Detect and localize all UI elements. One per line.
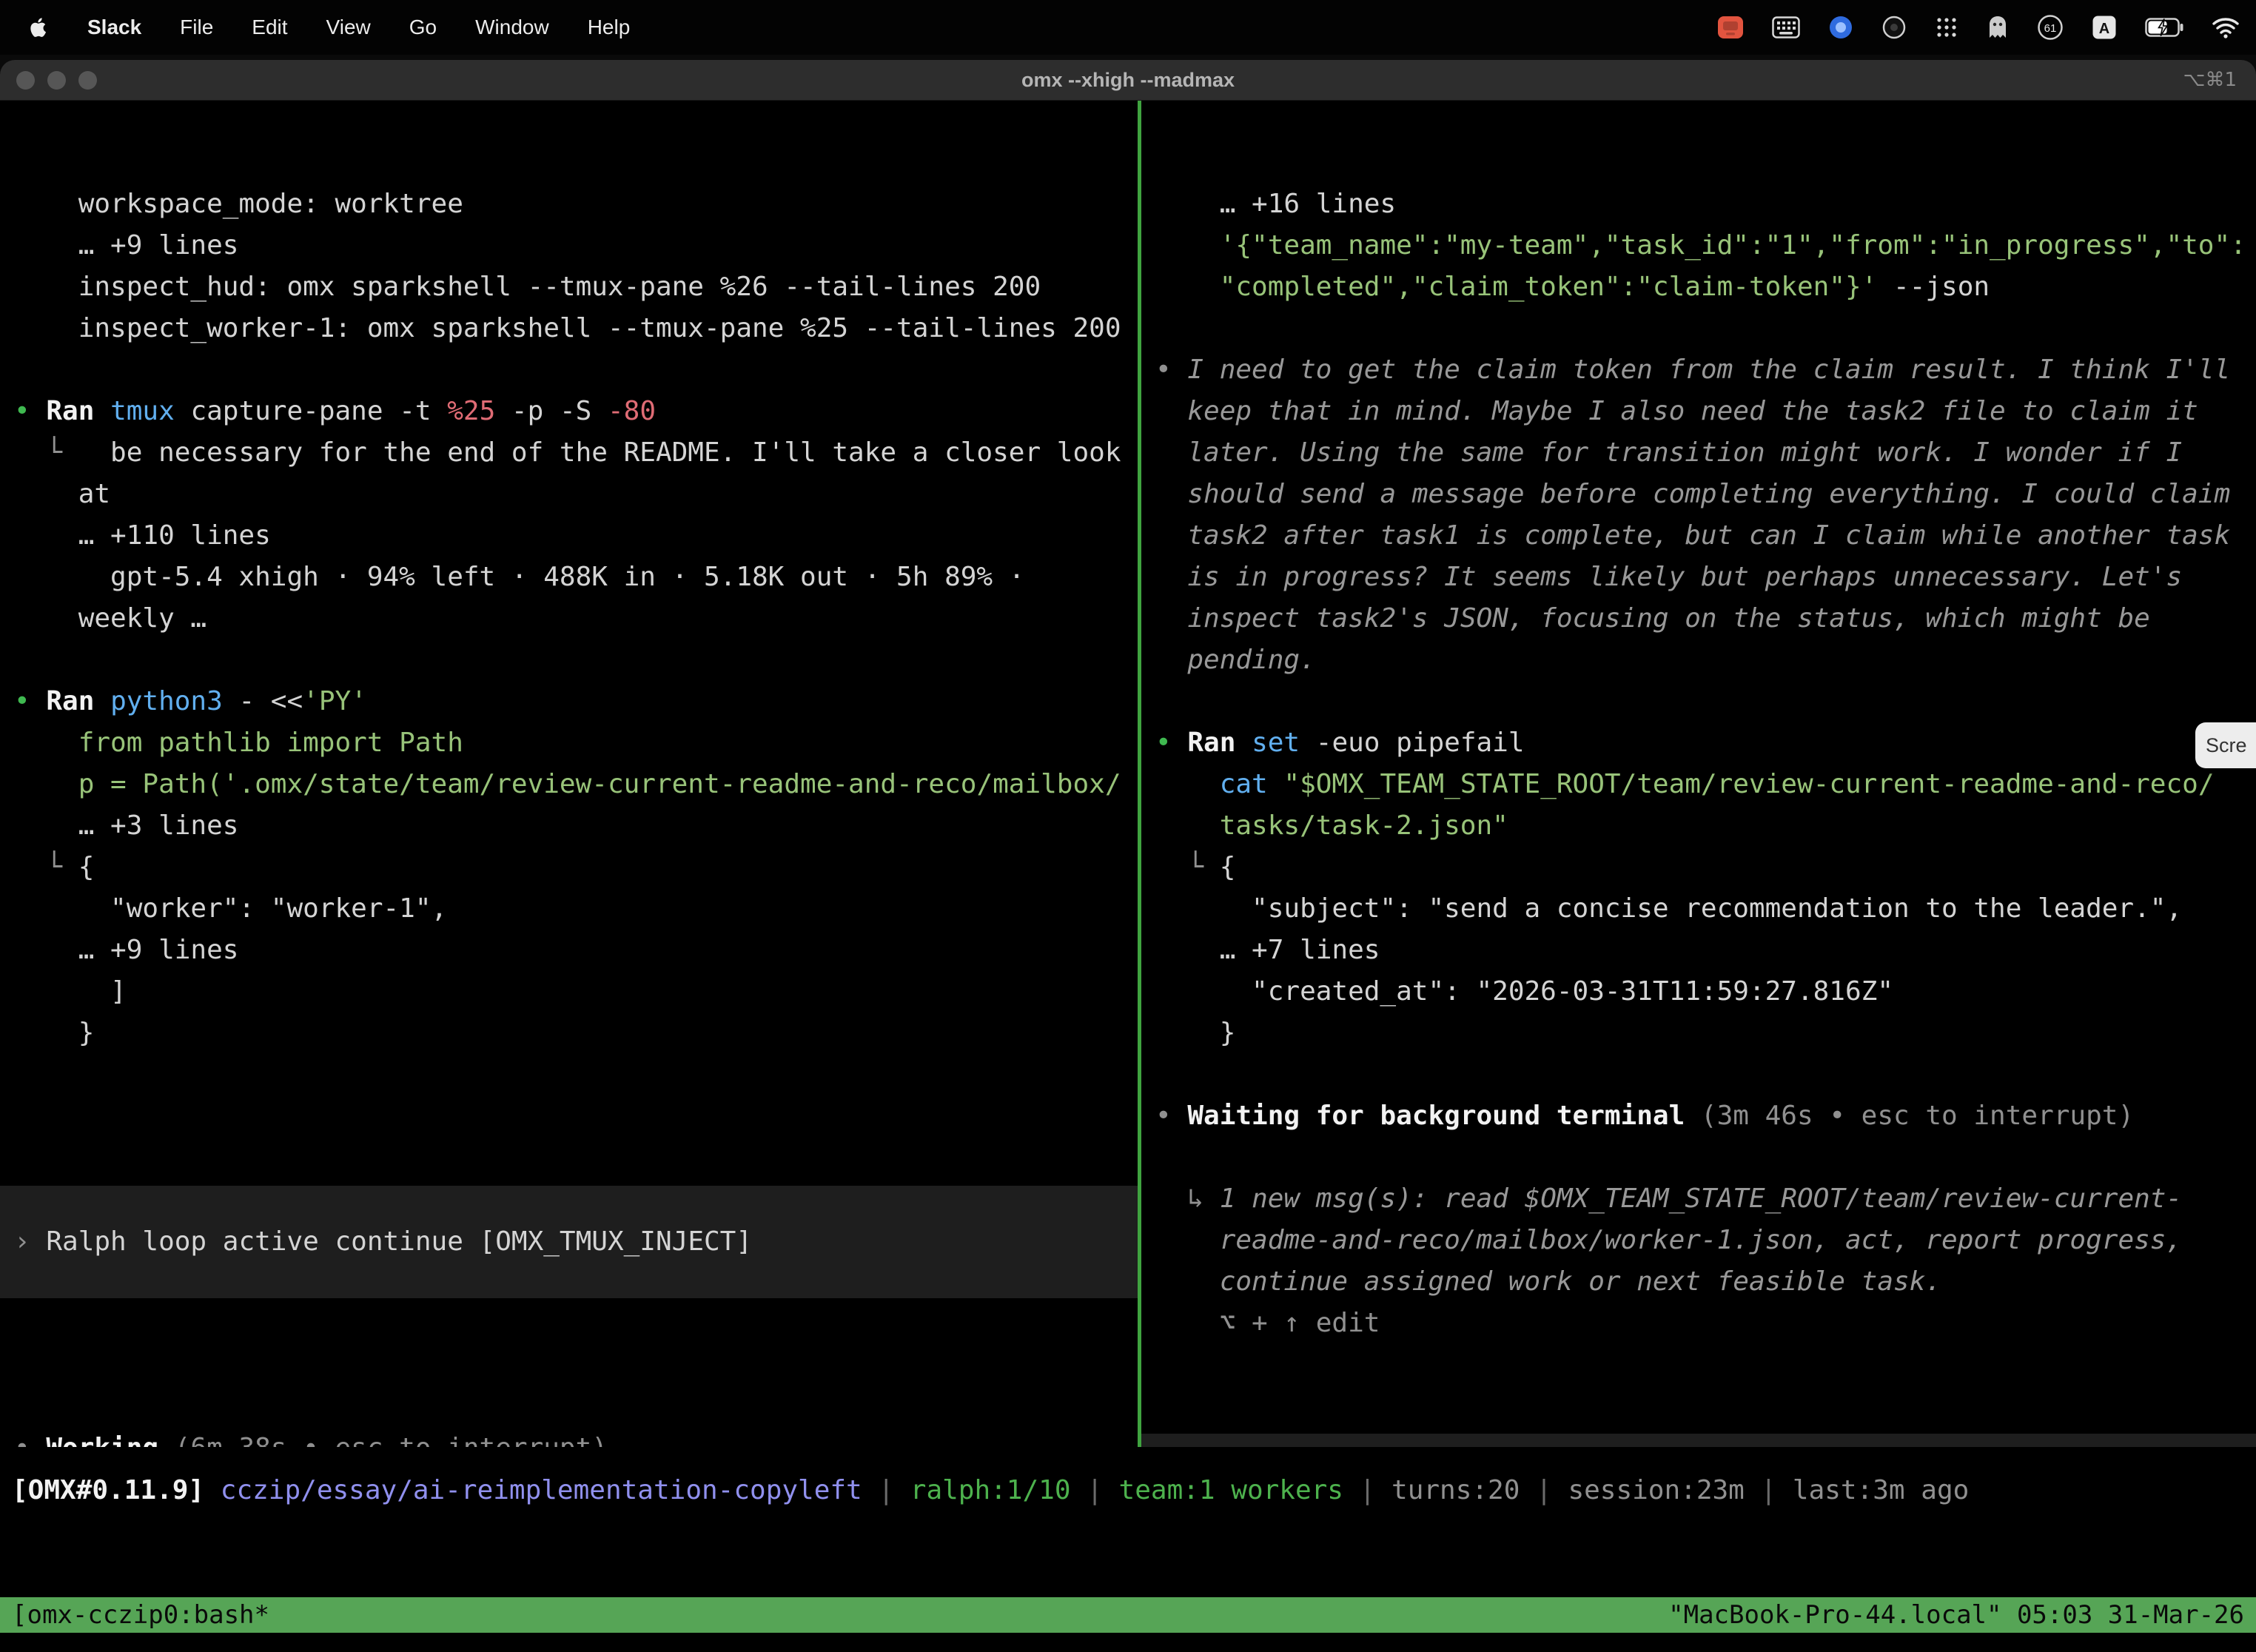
terminal-line: } xyxy=(1155,1013,2256,1054)
terminal-line: inspect_worker-1: omx sparkshell --tmux-… xyxy=(14,308,1138,349)
menu-item-help[interactable]: Help xyxy=(588,16,631,39)
terminal-line: from pathlib import Path xyxy=(14,722,1138,764)
blue-app-icon[interactable] xyxy=(1828,15,1853,40)
apple-icon xyxy=(30,16,49,39)
window-title: omx --xhigh --madmax xyxy=(1021,69,1235,92)
terminal-line: └ be necessary for the end of the README… xyxy=(14,432,1138,474)
traffic-lights xyxy=(16,60,97,100)
prompt-input-right[interactable]: › Explain this codebase xyxy=(1141,1434,2256,1447)
terminal-line: ↳ 1 new msg(s): read $OMX_TEAM_STATE_ROO… xyxy=(1155,1178,2256,1220)
terminal-line: "created_at": "2026-03-31T11:59:27.816Z" xyxy=(1155,971,2256,1013)
terminal-line: … +9 lines xyxy=(14,930,1138,971)
tmux-session-label: [omx-cczip0:bash* xyxy=(12,1597,269,1633)
terminal-line: p = Path('.omx/state/team/review-current… xyxy=(14,764,1138,805)
terminal-line: keep that in mind. Maybe I also need the… xyxy=(1155,391,2256,432)
terminal-window: omx --xhigh --madmax ⌥⌘1 workspace_mode:… xyxy=(0,60,2256,1652)
menu-item-view[interactable]: View xyxy=(326,16,371,39)
right-terminal-pane[interactable]: … +16 lines '{"team_name":"my-team","tas… xyxy=(1141,101,2256,1447)
terminal-line: • I need to get the claim token from the… xyxy=(1155,349,2256,391)
terminal-line: … +9 lines xyxy=(14,225,1138,266)
battery-percent-badge[interactable]: 61 xyxy=(2037,14,2064,41)
terminal-line xyxy=(1155,1137,2256,1178)
recording-indicator-icon[interactable] xyxy=(1717,16,1744,39)
menu-item-edit[interactable]: Edit xyxy=(252,16,287,39)
terminal-line: tasks/task-2.json" xyxy=(1155,805,2256,847)
tmux-host-clock: "MacBook-Pro-44.local" 05:03 31-Mar-26 xyxy=(1668,1597,2244,1633)
terminal-line: … +7 lines xyxy=(1155,930,2256,971)
terminal-line: ] xyxy=(14,971,1138,1013)
terminal-line xyxy=(14,349,1138,391)
terminal-line: └ { xyxy=(1155,847,2256,888)
menu-item-go[interactable]: Go xyxy=(409,16,437,39)
left-terminal-pane[interactable]: workspace_mode: worktree … +9 lines insp… xyxy=(0,101,1138,1447)
left-terminal-output: workspace_mode: worktree … +9 lines insp… xyxy=(14,184,1138,1095)
terminal-line: "subject": "send a concise recommendatio… xyxy=(1155,888,2256,930)
terminal-line xyxy=(14,639,1138,681)
terminal-line: • Ran set -euo pipefail xyxy=(1155,722,2256,764)
terminal-line: '{"team_name":"my-team","task_id":"1","f… xyxy=(1155,225,2256,266)
terminal-line: "completed","claim_token":"claim-token"}… xyxy=(1155,266,2256,308)
injected-message-line: › Ralph loop active continue [OMX_TMUX_I… xyxy=(14,1221,752,1263)
omx-status-bar: [OMX#0.11.9] cczip/essay/ai-reimplementa… xyxy=(12,1470,1969,1511)
menu-item-file[interactable]: File xyxy=(180,16,213,39)
screen-notification-peek[interactable]: Scre xyxy=(2195,722,2256,768)
injected-message-banner: › Ralph loop active continue [OMX_TMUX_I… xyxy=(0,1186,1138,1298)
terminal-line: workspace_mode: worktree xyxy=(14,184,1138,225)
close-button[interactable] xyxy=(16,71,35,90)
terminal-line: should send a message before completing … xyxy=(1155,474,2256,515)
terminal-line: … +3 lines xyxy=(14,805,1138,847)
dots-grid-icon[interactable] xyxy=(1935,16,1958,39)
wifi-icon[interactable] xyxy=(2212,16,2240,38)
terminal-line: is in progress? It seems likely but perh… xyxy=(1155,557,2256,598)
terminal-line: task2 after task1 is complete, but can I… xyxy=(1155,515,2256,557)
window-titlebar[interactable]: omx --xhigh --madmax ⌥⌘1 xyxy=(0,60,2256,101)
terminal-line: inspect_hud: omx sparkshell --tmux-pane … xyxy=(14,266,1138,308)
terminal-line xyxy=(1155,308,2256,349)
input-source-label: A xyxy=(2099,21,2109,37)
terminal-line: } xyxy=(14,1013,1138,1054)
terminal-line: "worker": "worker-1", xyxy=(14,888,1138,930)
terminal-line: later. Using the same for transition mig… xyxy=(1155,432,2256,474)
terminal-line: pending. xyxy=(1155,639,2256,681)
zoom-button[interactable] xyxy=(78,71,97,90)
terminal-line: gpt-5.4 xhigh · 94% left · 488K in · 5.1… xyxy=(14,557,1138,598)
terminal-line xyxy=(1155,1054,2256,1095)
menu-item-slack[interactable]: Slack xyxy=(87,16,141,39)
terminal-line: • Waiting for background terminal (3m 46… xyxy=(1155,1095,2256,1137)
battery-percent-label: 61 xyxy=(2044,22,2057,35)
terminal-line: inspect task2's JSON, focusing on the st… xyxy=(1155,598,2256,639)
terminal-line: ⌥ + ↑ edit xyxy=(1155,1303,2256,1344)
keyboard-grid-icon[interactable] xyxy=(1772,16,1800,38)
terminal-line xyxy=(14,1054,1138,1095)
window-shortcut-hint: ⌥⌘1 xyxy=(2183,69,2237,91)
terminal-line: weekly … xyxy=(14,598,1138,639)
dark-circle-icon[interactable] xyxy=(1881,15,1907,40)
terminal-line: cat "$OMX_TEAM_STATE_ROOT/team/review-cu… xyxy=(1155,764,2256,805)
menu-bar-status-icons: 61 A xyxy=(1717,14,2256,41)
terminal-line: └ { xyxy=(14,847,1138,888)
terminal-line: … +110 lines xyxy=(14,515,1138,557)
ghost-icon[interactable] xyxy=(1987,15,2009,40)
working-status-line: • Working (6m 38s • esc to interrupt) xyxy=(14,1428,1138,1447)
terminal-line: readme-and-reco/mailbox/worker-1.json, a… xyxy=(1155,1220,2256,1261)
terminal-line: at xyxy=(14,474,1138,515)
terminal-line: • Ran python3 - <<'PY' xyxy=(14,681,1138,722)
apple-menu[interactable] xyxy=(30,16,49,39)
minimize-button[interactable] xyxy=(47,71,66,90)
input-source-icon[interactable]: A xyxy=(2092,15,2117,40)
battery-icon[interactable] xyxy=(2145,18,2183,37)
terminal-line xyxy=(1155,681,2256,722)
menu-bar-left: Slack File Edit View Go Window Help xyxy=(0,16,630,39)
menu-item-window[interactable]: Window xyxy=(475,16,549,39)
tmux-status-bar: [omx-cczip0:bash* "MacBook-Pro-44.local"… xyxy=(0,1597,2256,1633)
menu-bar: Slack File Edit View Go Window Help 61 A xyxy=(0,0,2256,55)
terminal-content: workspace_mode: worktree … +9 lines insp… xyxy=(0,101,2256,1652)
right-terminal-output: … +16 lines '{"team_name":"my-team","tas… xyxy=(1155,184,2256,1344)
terminal-line: continue assigned work or next feasible … xyxy=(1155,1261,2256,1303)
terminal-line: • Ran tmux capture-pane -t %25 -p -S -80 xyxy=(14,391,1138,432)
terminal-line: … +16 lines xyxy=(1155,184,2256,225)
